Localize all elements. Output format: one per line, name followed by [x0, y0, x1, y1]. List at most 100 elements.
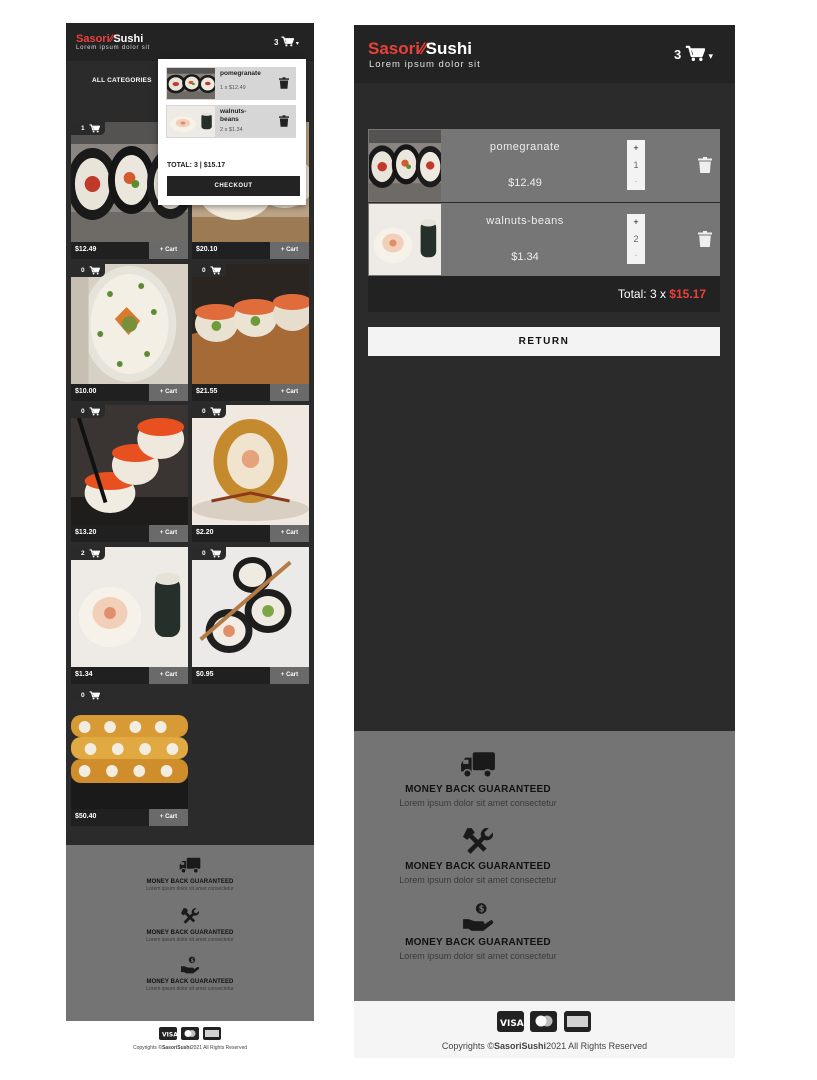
item-thumbnail: [167, 106, 215, 137]
return-button[interactable]: RETURN: [368, 327, 720, 356]
category-filter[interactable]: ALL CATEGORIES: [92, 77, 152, 84]
caret-down-icon: ▾: [295, 41, 299, 47]
cart-icon: [89, 549, 100, 558]
dropdown-cart-item: pomegranate 1 x $12.49: [166, 67, 296, 100]
qty-value: 0: [81, 692, 85, 699]
product-price: $12.49: [75, 246, 97, 253]
decrement-button[interactable]: -: [627, 173, 645, 190]
item-qty-price: 1 x $12.49: [220, 85, 246, 91]
item-name: walnuts-beans: [486, 215, 564, 227]
cart-count: 3: [274, 38, 279, 47]
brand-name-white: Sushi: [425, 39, 472, 58]
item-price: $1.34: [511, 251, 539, 263]
quantity-stepper: + 1 -: [627, 140, 645, 190]
product-image[interactable]: [192, 264, 309, 384]
copyright-prefix: Copyrights ©: [441, 1041, 495, 1051]
cart-total: Total: 3 x $15.17: [618, 287, 706, 301]
feature-item: MONEY BACK GUARANTEED Lorem ipsum dolor …: [66, 907, 314, 943]
add-to-cart-button[interactable]: + Cart: [270, 667, 309, 684]
item-price: $12.49: [508, 177, 542, 189]
hand-coin-icon: [180, 956, 200, 974]
brand-logo[interactable]: Sasori⁄⁄Sushi: [76, 33, 143, 45]
brand-name-white: Sushi: [113, 33, 144, 45]
total-prefix: Total: 3 x: [617, 287, 666, 301]
features-footer: MONEY BACK GUARANTEED Lorem ipsum dolor …: [66, 845, 314, 1021]
quantity-stepper: + 2 -: [627, 214, 645, 264]
cart-toggle[interactable]: 3 ▾: [274, 36, 299, 47]
item-image: [369, 130, 441, 201]
product-image[interactable]: [71, 405, 188, 525]
add-to-cart-button[interactable]: + Cart: [149, 667, 188, 684]
tagline: Lorem ipsum dolor sit: [76, 45, 151, 51]
quantity-value[interactable]: 2: [627, 231, 645, 248]
qty-badge: 0: [192, 547, 226, 560]
feature-title: MONEY BACK GUARANTEED: [146, 979, 234, 985]
feature-item: MONEY BACK GUARANTEED Lorem ipsum dolor …: [354, 826, 602, 885]
trash-icon[interactable]: [279, 77, 289, 89]
copyright-text: Copyrights ©SasoriSushi2021 All Rights R…: [66, 1045, 314, 1051]
add-to-cart-button[interactable]: + Cart: [270, 242, 309, 259]
item-image: [369, 204, 441, 275]
feature-subtitle: Lorem ipsum dolor sit amet consectetur: [146, 886, 234, 892]
quantity-value[interactable]: 1: [627, 157, 645, 174]
add-to-cart-button[interactable]: + Cart: [149, 384, 188, 401]
feature-item: MONEY BACK GUARANTEED Lorem ipsum dolor …: [354, 902, 602, 961]
product-card: 0 $10.00 + Cart: [71, 264, 188, 401]
trash-icon[interactable]: [698, 231, 712, 247]
cart-row: pomegranate $12.49 + 1 -: [368, 129, 720, 202]
product-image[interactable]: [192, 405, 309, 525]
product-card: 0 $13.20 + Cart: [71, 405, 188, 542]
copyright-brand: SasoriSushi: [161, 1045, 191, 1051]
product-price: $2.20: [196, 529, 214, 536]
increment-button[interactable]: +: [627, 140, 645, 157]
cart-icon: [89, 266, 100, 275]
decrement-button[interactable]: -: [627, 247, 645, 264]
trash-icon[interactable]: [698, 157, 712, 173]
add-to-cart-button[interactable]: + Cart: [149, 809, 188, 826]
increment-button[interactable]: +: [627, 214, 645, 231]
qty-value: 2: [81, 550, 85, 557]
cart-row: walnuts-beans $1.34 + 2 -: [368, 203, 720, 276]
cart-dropdown: pomegranate 1 x $12.49 walnuts-beans 2 x…: [158, 59, 306, 205]
checkout-button[interactable]: CHECKOUT: [167, 176, 300, 196]
add-to-cart-button[interactable]: + Cart: [149, 525, 188, 542]
product-image[interactable]: [71, 264, 188, 384]
cart-icon: [210, 549, 221, 558]
item-name: pomegranate: [220, 70, 261, 77]
qty-value: 0: [81, 267, 85, 274]
brand-logo[interactable]: Sasori⁄⁄Sushi: [368, 39, 472, 59]
qty-badge: 0: [192, 405, 226, 418]
feature-title: MONEY BACK GUARANTEED: [405, 784, 551, 795]
catalog-screen: Sasori⁄⁄Sushi Lorem ipsum dolor sit 3 ▾ …: [66, 23, 314, 1058]
copyright-bar: VISA Copyrights ©SasoriSushi2021 All Rig…: [354, 1001, 735, 1058]
trash-icon[interactable]: [279, 115, 289, 127]
product-image[interactable]: [71, 689, 188, 809]
amex-icon: [203, 1027, 221, 1040]
add-to-cart-button[interactable]: + Cart: [149, 242, 188, 259]
cart-icon: [210, 266, 221, 275]
qty-badge: 0: [71, 264, 105, 277]
copyright-suffix: 2021 All Rights Reserved: [546, 1041, 648, 1051]
brand-name-red: Sasori: [368, 39, 420, 58]
svg-text:VISA: VISA: [162, 1032, 177, 1039]
feature-subtitle: Lorem ipsum dolor sit amet consectetur: [399, 798, 557, 808]
caret-down-icon: ▾: [708, 51, 714, 61]
tagline: Lorem ipsum dolor sit: [369, 59, 481, 70]
qty-badge: 0: [71, 689, 105, 702]
product-image[interactable]: [192, 547, 309, 667]
mastercard-icon: [530, 1011, 557, 1032]
product-image[interactable]: [71, 547, 188, 667]
item-name: walnuts-beans: [220, 108, 247, 123]
cart-toggle[interactable]: 3 ▾: [674, 45, 713, 62]
add-to-cart-button[interactable]: + Cart: [270, 384, 309, 401]
cart-screen: Sasori⁄⁄Sushi Lorem ipsum dolor sit 3 ▾ …: [354, 25, 735, 1058]
feature-subtitle: Lorem ipsum dolor sit amet consectetur: [399, 951, 557, 961]
hand-coin-icon: [462, 902, 494, 932]
add-to-cart-button[interactable]: + Cart: [270, 525, 309, 542]
item-qty-price: 2 x $1.34: [220, 127, 243, 133]
product-price: $21.55: [196, 388, 218, 395]
cart-icon: [89, 407, 100, 416]
cart-icon: [685, 45, 705, 62]
item-name: pomegranate: [489, 141, 561, 153]
product-card: 0 $2.20 + Cart: [192, 405, 309, 542]
